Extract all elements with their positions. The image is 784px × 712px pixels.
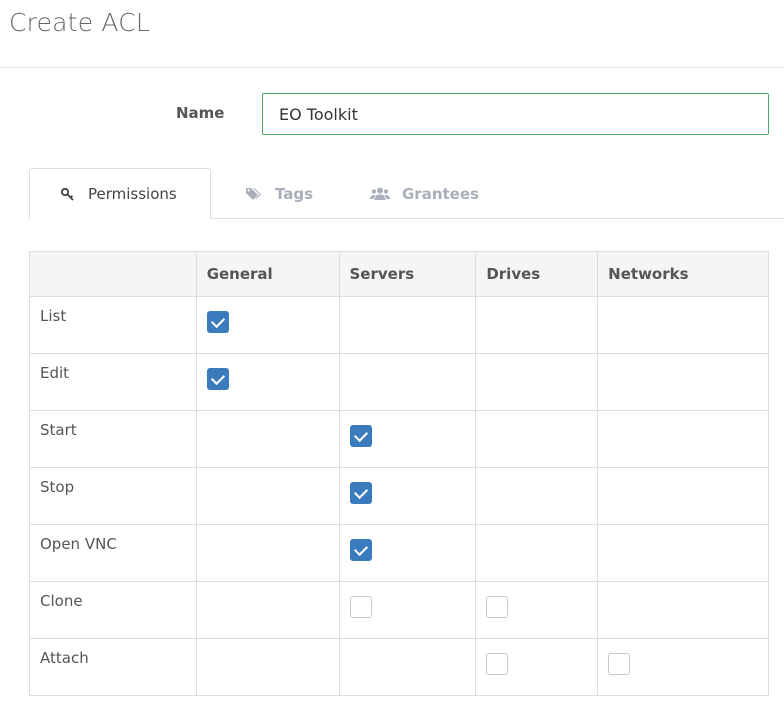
column-header-networks: Networks xyxy=(597,251,769,297)
permission-label: Clone xyxy=(29,581,197,639)
table-cell-drives xyxy=(475,410,599,468)
table-header-row: General Servers Drives Networks xyxy=(29,251,769,297)
table-row: Clone xyxy=(29,581,769,639)
table-cell-general xyxy=(195,581,340,639)
users-icon xyxy=(370,186,390,202)
table-cell-general xyxy=(195,296,340,354)
permission-checkbox[interactable] xyxy=(349,596,372,618)
permission-label: Start xyxy=(29,410,197,468)
table-cell-networks xyxy=(597,467,769,525)
tab-permissions-label: Permissions xyxy=(88,184,177,203)
table-cell-drives xyxy=(475,353,599,411)
table-row: Attach xyxy=(29,638,769,696)
table-row: Stop xyxy=(29,467,769,525)
table-row: Open VNC xyxy=(29,524,769,582)
tab-tags-label: Tags xyxy=(275,184,314,203)
permission-checkbox[interactable] xyxy=(486,653,509,675)
tab-permissions[interactable]: Permissions xyxy=(29,168,211,219)
permissions-table: General Servers Drives Networks List Edit… xyxy=(29,251,769,696)
permission-label: Edit xyxy=(29,353,197,411)
table-cell-drives xyxy=(475,581,599,639)
table-row: List xyxy=(29,296,769,354)
permission-checkbox[interactable] xyxy=(349,425,372,447)
permission-checkbox[interactable] xyxy=(608,653,631,675)
table-cell-networks xyxy=(597,353,769,411)
table-cell-networks xyxy=(597,638,769,696)
page-title: Create ACL xyxy=(9,8,151,37)
table-cell-networks xyxy=(597,524,769,582)
table-cell-general xyxy=(195,638,340,696)
permission-checkbox[interactable] xyxy=(486,596,509,618)
permission-checkbox[interactable] xyxy=(206,311,229,333)
table-cell-servers xyxy=(338,524,477,582)
tags-icon xyxy=(245,186,263,202)
table-cell-networks xyxy=(597,581,769,639)
permission-label: Attach xyxy=(29,638,197,696)
tab-bar: Permissions Tags Grantees xyxy=(29,168,784,219)
name-input[interactable] xyxy=(262,93,769,135)
table-cell-general xyxy=(195,353,340,411)
name-label: Name xyxy=(176,104,225,122)
table-row: Edit xyxy=(29,353,769,411)
table-cell-servers xyxy=(338,581,477,639)
column-header-servers: Servers xyxy=(338,251,477,297)
table-row: Start xyxy=(29,410,769,468)
column-header-drives: Drives xyxy=(475,251,599,297)
permission-checkbox[interactable] xyxy=(349,539,372,561)
tab-tags[interactable]: Tags xyxy=(245,168,313,219)
column-header-general: General xyxy=(195,251,340,297)
table-cell-servers xyxy=(338,296,477,354)
table-cell-networks xyxy=(597,410,769,468)
table-cell-general xyxy=(195,410,340,468)
key-icon xyxy=(60,186,76,202)
permission-label: List xyxy=(29,296,197,354)
table-cell-general xyxy=(195,524,340,582)
table-cell-servers xyxy=(338,410,477,468)
permission-checkbox[interactable] xyxy=(206,368,229,390)
title-divider xyxy=(0,67,784,68)
tab-grantees-label: Grantees xyxy=(402,184,479,203)
table-cell-networks xyxy=(597,296,769,354)
table-cell-drives xyxy=(475,638,599,696)
permission-checkbox[interactable] xyxy=(349,482,372,504)
table-cell-general xyxy=(195,467,340,525)
table-cell-servers xyxy=(338,353,477,411)
table-cell-servers xyxy=(338,467,477,525)
tab-grantees[interactable]: Grantees xyxy=(370,168,479,219)
permission-label: Stop xyxy=(29,467,197,525)
column-header xyxy=(29,251,197,297)
table-cell-drives xyxy=(475,296,599,354)
table-cell-drives xyxy=(475,524,599,582)
table-cell-drives xyxy=(475,467,599,525)
permission-label: Open VNC xyxy=(29,524,197,582)
table-cell-servers xyxy=(338,638,477,696)
